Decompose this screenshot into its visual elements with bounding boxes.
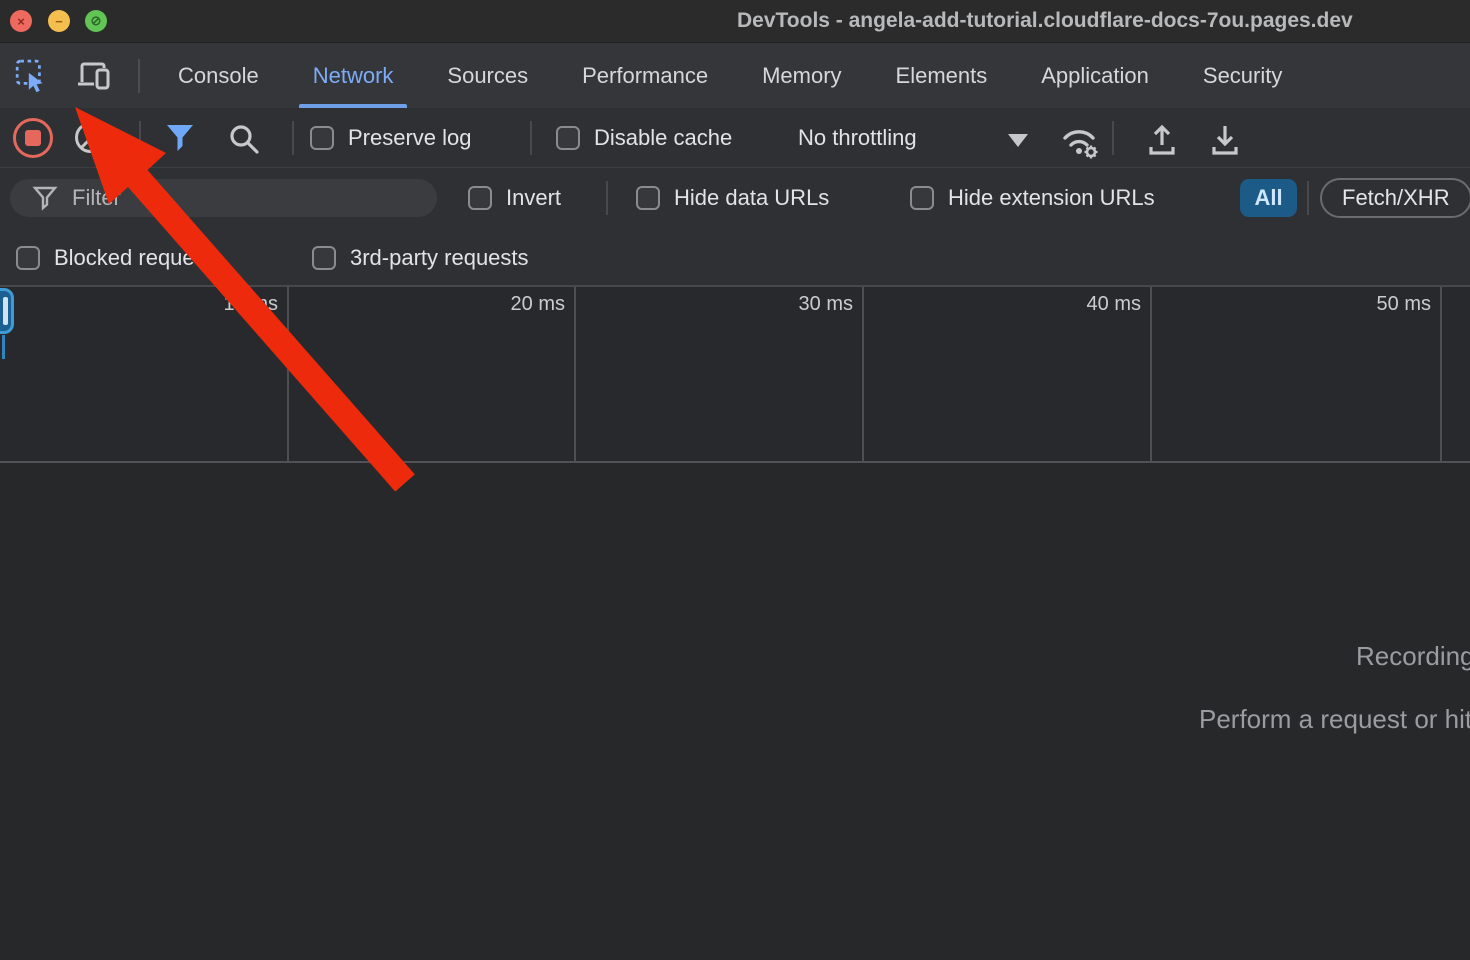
filter-toggle-button[interactable]	[163, 122, 197, 154]
tab-console[interactable]: Console	[178, 43, 259, 108]
hide-extension-urls-checkbox[interactable]	[910, 186, 934, 210]
upload-icon	[1151, 127, 1173, 153]
network-conditions-button[interactable]	[1058, 124, 1104, 160]
hide-data-urls-label: Hide data URLs	[674, 185, 829, 211]
disable-cache-control: Disable cache	[556, 108, 732, 168]
funnel-outline-icon	[32, 185, 58, 211]
network-filter-row-2: Blocked requests 3rd-party requests	[0, 228, 1470, 287]
preserve-log-label: Preserve log	[348, 125, 472, 151]
recording-status-text: Recording network activity…	[1356, 641, 1470, 672]
toolbar-separator	[1112, 121, 1114, 155]
close-window-button[interactable]: ×	[10, 10, 32, 32]
funnel-icon	[167, 125, 193, 151]
timeline-gridline	[574, 287, 576, 461]
toggle-device-toolbar-button[interactable]	[74, 56, 114, 96]
timeline-tick-label: 30 ms	[799, 293, 853, 316]
invert-control: Invert	[468, 168, 561, 228]
filter-input[interactable]: Filter	[10, 179, 437, 217]
clipped-blue-badge	[0, 288, 14, 334]
timeline-tick-label: 40 ms	[1087, 293, 1141, 316]
timeline-tick-label: 20 ms	[511, 293, 565, 316]
window-title: DevTools - angela-add-tutorial.cloudflar…	[737, 9, 1353, 33]
import-har-button[interactable]	[1143, 122, 1181, 158]
tab-performance[interactable]: Performance	[582, 43, 708, 108]
timeline-gridline	[287, 287, 289, 461]
perform-request-hint-text: Perform a request or hit ⌘ R to record t…	[1199, 704, 1470, 735]
clear-network-log-button[interactable]	[75, 122, 106, 153]
titlebar: × − ⊘ DevTools - angela-add-tutorial.clo…	[0, 0, 1470, 43]
toolbar-separator	[139, 121, 141, 155]
panel-tabs: Console Network Sources Performance Memo…	[178, 43, 1282, 108]
timeline-tick-label: 50 ms	[1377, 293, 1431, 316]
stop-recording-button[interactable]	[13, 118, 53, 158]
devtools-window: × − ⊘ DevTools - angela-add-tutorial.clo…	[0, 0, 1470, 960]
network-log-empty-area: Recording network activity… Perform a re…	[0, 463, 1470, 958]
hide-extension-urls-label: Hide extension URLs	[948, 185, 1155, 211]
download-icon	[1214, 126, 1236, 153]
tab-network[interactable]: Network	[313, 43, 394, 108]
tab-elements[interactable]: Elements	[896, 43, 988, 108]
third-party-requests-label: 3rd-party requests	[350, 245, 529, 271]
timeline-gridline	[1440, 287, 1442, 461]
network-filter-row: Filter Invert Hide data URLs Hide extens…	[0, 168, 1470, 228]
zoom-window-button[interactable]: ⊘	[85, 10, 107, 32]
invert-checkbox[interactable]	[468, 186, 492, 210]
timeline-tick-label: 10 ms	[224, 293, 278, 316]
tab-security[interactable]: Security	[1203, 43, 1282, 108]
tab-sources[interactable]: Sources	[447, 43, 528, 108]
invert-label: Invert	[506, 185, 561, 211]
devtools-tabbar: Console Network Sources Performance Memo…	[0, 43, 1470, 108]
blocked-requests-control: Blocked requests	[16, 228, 223, 288]
preserve-log-control: Preserve log	[310, 108, 472, 168]
toolbar-separator	[1307, 181, 1309, 215]
tab-memory[interactable]: Memory	[762, 43, 841, 108]
network-overview-timeline[interactable]: 10 ms 20 ms 30 ms 40 ms 50 ms	[0, 287, 1470, 463]
disable-cache-checkbox[interactable]	[556, 126, 580, 150]
chevron-down-icon[interactable]	[1008, 134, 1028, 147]
filter-placeholder: Filter	[72, 185, 121, 211]
clipped-blue-badge-line	[2, 335, 5, 359]
timeline-gridline	[1150, 287, 1152, 461]
blocked-requests-label: Blocked requests	[54, 245, 223, 271]
toolbar-separator	[292, 121, 294, 155]
search-button[interactable]	[227, 122, 261, 156]
wifi-gear-icon	[1065, 132, 1098, 159]
inspect-cursor-icon	[14, 58, 50, 94]
toolbar-separator	[138, 59, 140, 93]
device-toolbar-icon	[75, 60, 113, 92]
hide-data-urls-control: Hide data URLs	[636, 168, 829, 228]
network-toolbar: Preserve log Disable cache No throttling	[0, 108, 1470, 168]
toolbar-separator	[606, 181, 608, 215]
hide-extension-urls-control: Hide extension URLs	[910, 168, 1155, 228]
timeline-gridline	[862, 287, 864, 461]
export-har-button[interactable]	[1206, 122, 1244, 158]
stop-record-icon	[25, 130, 41, 146]
minimize-window-button[interactable]: −	[48, 10, 70, 32]
toolbar-separator	[530, 121, 532, 155]
inspect-element-button[interactable]	[12, 56, 52, 96]
blocked-requests-checkbox[interactable]	[16, 246, 40, 270]
filter-chip-fetch-xhr[interactable]: Fetch/XHR	[1320, 178, 1470, 218]
tab-application[interactable]: Application	[1041, 43, 1149, 108]
throttling-select[interactable]: No throttling	[798, 108, 917, 168]
filter-chip-all[interactable]: All	[1240, 179, 1297, 217]
hide-data-urls-checkbox[interactable]	[636, 186, 660, 210]
preserve-log-checkbox[interactable]	[310, 126, 334, 150]
third-party-requests-checkbox[interactable]	[312, 246, 336, 270]
third-party-requests-control: 3rd-party requests	[312, 228, 529, 288]
disable-cache-label: Disable cache	[594, 125, 732, 151]
